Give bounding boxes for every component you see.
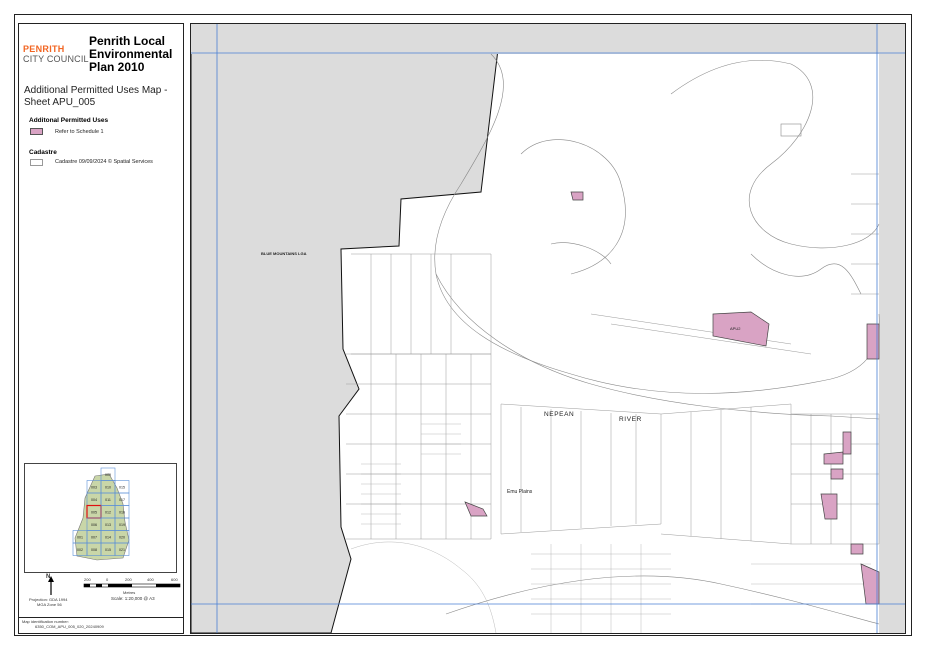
apu-swatch <box>30 128 43 135</box>
apu-legend-heading: Additonal Permitted Uses <box>29 117 109 124</box>
scale-unit: Metres <box>123 590 136 595</box>
map-title: Additional Permitted Uses Map - Sheet AP… <box>24 85 168 108</box>
plan-title: Penrith Local Environmental Plan 2010 <box>89 34 173 74</box>
index-sheet-label: 010 <box>105 485 111 489</box>
scale-tick-0: 200 <box>84 577 91 582</box>
suburb-label: Emu Plains <box>507 489 533 495</box>
map-frame: BLUE MOUNTAINS LGA NEPEAN RIVER Emu Plai… <box>190 23 906 634</box>
index-sheet-label: 012 <box>105 510 111 514</box>
index-sheet-label: 013 <box>105 523 111 527</box>
north-label: N <box>46 574 51 580</box>
index-sheet-label: 009 <box>105 473 111 477</box>
index-sheet-label: 015 <box>105 548 111 552</box>
index-sheet-label: 021 <box>119 548 125 552</box>
index-sheet-label: 003 <box>91 485 97 489</box>
cadastre-legend-heading: Cadastre <box>29 149 57 156</box>
scale-tick-1: 0 <box>106 577 109 582</box>
index-sheet-label: 015 <box>119 485 125 489</box>
cadastre-swatch <box>30 159 43 166</box>
apu-areas <box>464 191 880 605</box>
index-sheet-label: 002 <box>77 548 83 552</box>
cadastre-legend-label: Cadastre 09/09/2024 © Spatial Services <box>55 159 153 165</box>
lga-label: BLUE MOUNTAINS LGA <box>261 251 307 256</box>
index-sheet-label: 001 <box>77 535 83 539</box>
cadastre-blocks <box>346 173 880 545</box>
scale-text: Scale: 1:20,000 @ A3 <box>111 596 155 601</box>
river-label-2: RIVER <box>619 416 642 423</box>
river-label-1: NEPEAN <box>544 411 575 418</box>
index-sheet-label: 008 <box>91 548 97 552</box>
index-sheet-label: 005 <box>91 510 97 514</box>
index-sheet-label: 016 <box>119 510 125 514</box>
logo-line-1: PENRITH <box>23 44 65 54</box>
map-id-value: 6350_COM_APU_005_020_20240909 <box>35 624 104 629</box>
scale-tick-2: 200 <box>125 577 132 582</box>
scale-block: N 200 0 200 400 600 Metres Scale: 1:20,0… <box>23 574 183 620</box>
index-sheet-label: 004 <box>91 498 97 502</box>
logo-line-2: CITY COUNCIL <box>23 54 89 64</box>
floodplain-outline <box>434 53 880 625</box>
council-logo: PENRITH CITY COUNCIL <box>23 44 89 64</box>
legend-panel: PENRITH CITY COUNCIL Penrith Local Envir… <box>18 23 184 634</box>
scale-tick-4: 600 <box>171 577 178 582</box>
scale-bar <box>83 583 181 588</box>
index-sheet-label: 020 <box>119 535 125 539</box>
apu-legend-label: Refer to Schedule 1 <box>55 129 104 135</box>
index-sheet-label: 006 <box>91 523 97 527</box>
index-sheet-label: 017 <box>119 498 125 502</box>
outside-area <box>191 24 905 633</box>
scale-tick-3: 400 <box>147 577 154 582</box>
index-map: 009 003 010 015 004 011 017 005 012 016 006 013 019 0… <box>24 463 177 573</box>
index-sheet-label: 007 <box>91 535 97 539</box>
index-sheet-label: 014 <box>105 535 111 539</box>
apu-area-tag: APU2 <box>730 326 741 331</box>
zone-text: MGA Zone 56 <box>37 602 62 607</box>
map-id-divider <box>19 617 183 618</box>
index-sheet-label: 011 <box>105 498 111 502</box>
index-sheet-label: 019 <box>119 523 125 527</box>
